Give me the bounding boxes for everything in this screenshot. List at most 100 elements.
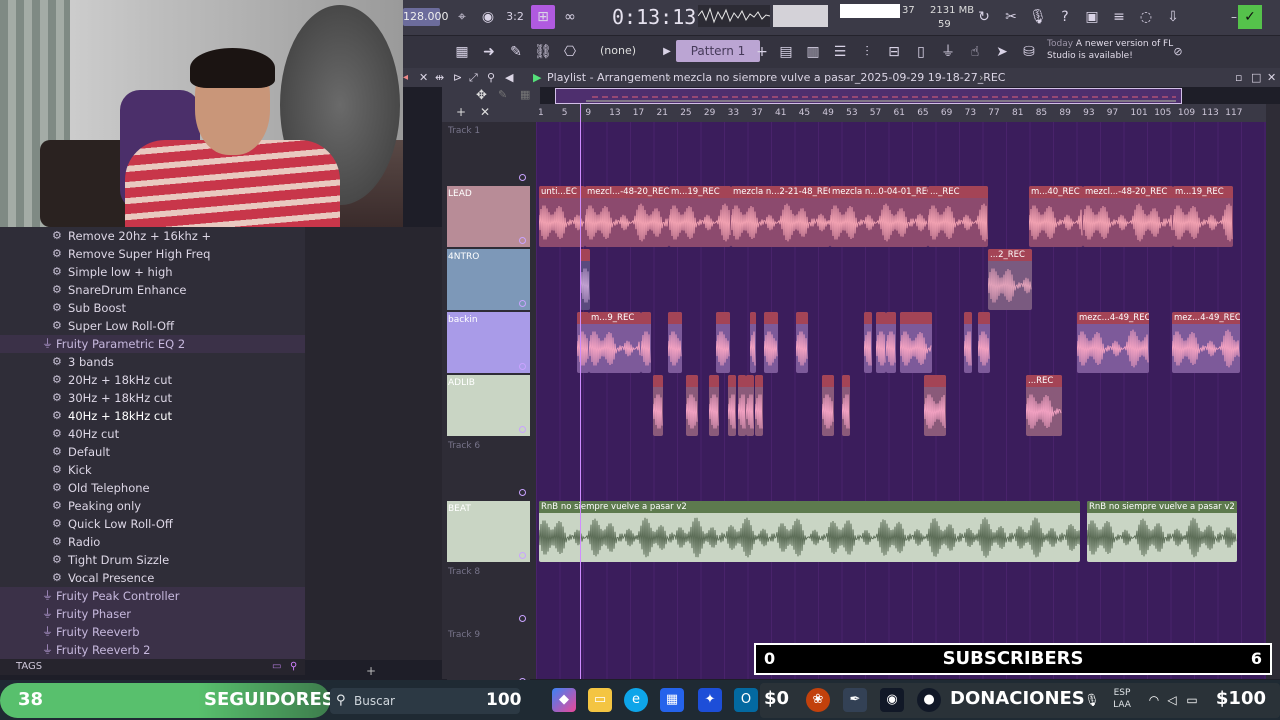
clip-title: mezcla n...2-21-48_REC <box>731 186 830 198</box>
audio-clip[interactable]: RnB no siempre vuelve a pasar v2 <box>539 501 1080 562</box>
language-indicator[interactable]: ESP LAA <box>1110 687 1134 713</box>
obs-icon[interactable]: ◉ <box>880 688 904 712</box>
audio-clip[interactable] <box>864 312 872 373</box>
audio-clip[interactable] <box>716 312 730 373</box>
mic-tray-icon[interactable]: 🎙 <box>1080 688 1104 712</box>
audio-clip[interactable] <box>577 312 589 373</box>
track-header[interactable]: Track 1 <box>447 123 530 184</box>
track-mute-dot-icon[interactable] <box>519 174 526 181</box>
clip-waveform <box>886 331 896 366</box>
copilot-icon[interactable]: ◆ <box>552 688 576 712</box>
clip-waveform <box>686 394 698 429</box>
track-header[interactable]: Track 6 <box>447 438 530 499</box>
track-name: LEAD <box>448 189 472 199</box>
audio-clip[interactable]: ...2_REC <box>988 249 1032 310</box>
audio-clip[interactable]: m...9_REC <box>589 312 641 373</box>
track-mute-dot-icon[interactable] <box>519 615 526 622</box>
audio-clip[interactable]: ..._REC <box>928 186 988 247</box>
audio-clip[interactable] <box>842 375 850 436</box>
audio-clip[interactable] <box>764 312 778 373</box>
outlook-icon[interactable]: O <box>734 688 758 712</box>
track-mute-dot-icon[interactable] <box>519 426 526 433</box>
track-mute-dot-icon[interactable] <box>519 363 526 370</box>
audio-clip[interactable]: mezcla n...2-21-48_REC <box>731 186 830 247</box>
audio-clip[interactable] <box>728 375 736 436</box>
audio-clip[interactable]: mezcla n...0-04-01_REC <box>830 186 928 247</box>
clip-waveform <box>830 203 928 242</box>
audio-clip[interactable] <box>641 312 651 373</box>
clip-title: ...REC <box>1026 375 1062 387</box>
audio-clip[interactable] <box>924 375 946 436</box>
vertical-scrollbar[interactable] <box>1266 104 1280 679</box>
audio-clip[interactable] <box>964 312 972 373</box>
track-header[interactable]: LEAD <box>447 186 530 247</box>
clip-waveform <box>1077 329 1149 368</box>
track-name: Track 6 <box>448 441 481 451</box>
audio-clip[interactable]: ...REC <box>1026 375 1062 436</box>
audio-clip[interactable] <box>978 312 990 373</box>
track-mute-dot-icon[interactable] <box>519 552 526 559</box>
audio-clip[interactable]: mezcl...-48-20_REC <box>585 186 669 247</box>
store-icon[interactable]: ▦ <box>660 688 684 712</box>
audio-clip[interactable] <box>822 375 834 436</box>
track-header[interactable]: BEAT <box>447 501 530 562</box>
track-header[interactable]: Track 9 <box>447 627 530 688</box>
track-mute-dot-icon[interactable] <box>519 237 526 244</box>
playhead[interactable] <box>580 104 581 679</box>
clip-title <box>796 312 808 324</box>
audio-clip[interactable] <box>738 375 746 436</box>
track-mute-dot-icon[interactable] <box>519 300 526 307</box>
audio-clip[interactable]: mezc...4-49_REC <box>1077 312 1149 373</box>
audio-clip[interactable] <box>580 249 590 310</box>
clip-waveform <box>764 331 778 366</box>
audio-clip[interactable] <box>900 312 932 373</box>
clip-title <box>746 375 754 387</box>
audio-clip[interactable] <box>755 375 763 436</box>
edge-icon[interactable]: e <box>624 688 648 712</box>
clip-title <box>924 375 946 387</box>
audio-clip[interactable] <box>750 312 756 373</box>
audio-clip[interactable]: mez...4-49_REC <box>1172 312 1240 373</box>
audio-clip[interactable] <box>746 375 754 436</box>
track-header[interactable]: 4NTRO <box>447 249 530 310</box>
vscode-icon[interactable]: ✦ <box>698 688 722 712</box>
track-mute-dot-icon[interactable] <box>519 489 526 496</box>
file-explorer-icon[interactable]: ▭ <box>588 688 612 712</box>
clip-title: m...19_REC <box>1173 186 1233 198</box>
track-header[interactable]: backin <box>447 312 530 373</box>
audio-clip[interactable] <box>876 312 886 373</box>
pen-app-icon[interactable]: ✒ <box>843 688 867 712</box>
clip-waveform <box>900 331 932 366</box>
clip-title <box>978 312 990 324</box>
clip-waveform <box>978 331 990 366</box>
track-name: BEAT <box>448 504 471 514</box>
audio-clip[interactable]: unti...EC <box>539 186 585 247</box>
audio-clip[interactable]: m...19_REC <box>669 186 731 247</box>
audio-clip[interactable] <box>886 312 896 373</box>
audio-clip[interactable]: m...19_REC <box>1173 186 1233 247</box>
audio-clip[interactable] <box>653 375 663 436</box>
track-header[interactable]: ADLIB <box>447 375 530 436</box>
audio-clip[interactable]: m...40_REC <box>1029 186 1083 247</box>
clip-waveform <box>842 394 850 429</box>
clip-waveform <box>577 331 589 366</box>
clip-title <box>653 375 663 387</box>
audio-clip[interactable]: mezcl...-48-20_REC <box>1083 186 1173 247</box>
clip-waveform <box>1172 329 1240 368</box>
clip-title <box>864 312 872 324</box>
track-header[interactable]: Track 8 <box>447 564 530 625</box>
audio-clip[interactable] <box>709 375 719 436</box>
battery-icon[interactable]: ▭ <box>1180 688 1204 712</box>
track-name: backin <box>448 315 478 325</box>
fl-studio-taskbar-icon[interactable]: ❀ <box>806 688 830 712</box>
clip-waveform <box>1087 517 1237 558</box>
audio-clip[interactable] <box>796 312 808 373</box>
clip-title: mez...4-49_REC <box>1172 312 1240 324</box>
clip-title: RnB no siempre vuelve a pasar v2 <box>539 501 1080 513</box>
recording-app-icon[interactable]: ● <box>917 688 941 712</box>
audio-clip[interactable] <box>668 312 682 373</box>
audio-clip[interactable]: RnB no siempre vuelve a pasar v2 <box>1087 501 1237 562</box>
clip-waveform <box>864 331 872 366</box>
tracks-layer: Track 1 LEAD 4NTRO backin ADLIB Track 6 BEAT Tr… <box>0 0 1280 688</box>
audio-clip[interactable] <box>686 375 698 436</box>
